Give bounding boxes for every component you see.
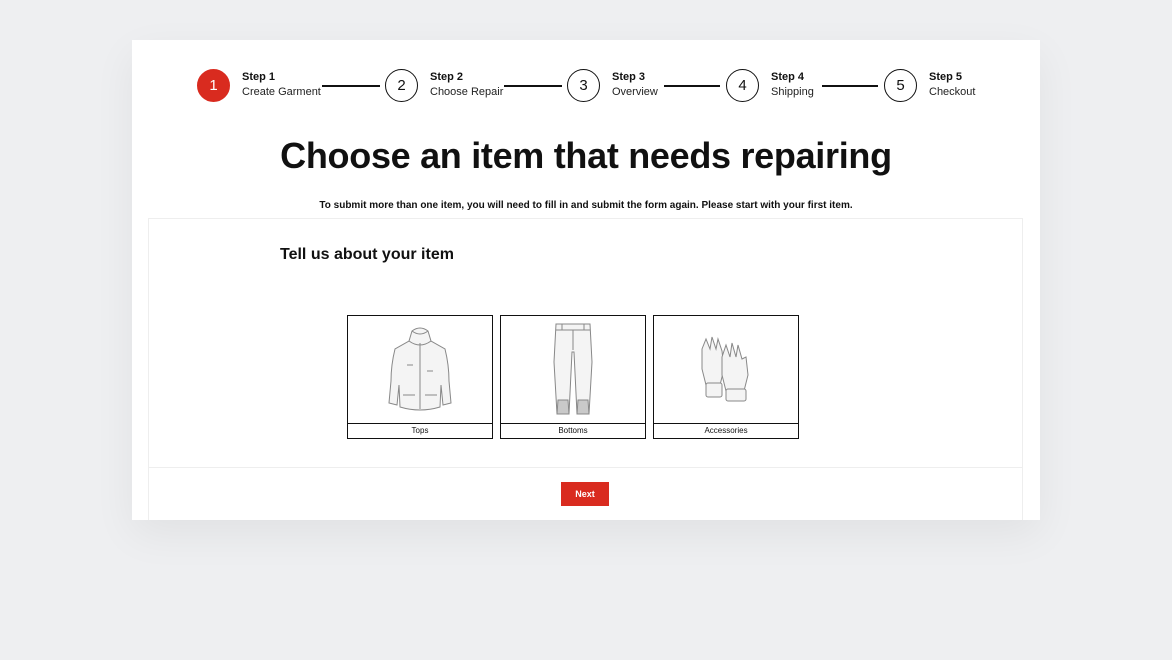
- step-1-circle: 1: [197, 68, 230, 102]
- step-5-name: Checkout: [929, 86, 976, 98]
- progress-stepper: 1 Step 1 Create Garment 2 Step 2 Choose …: [132, 67, 1040, 103]
- next-button[interactable]: Next: [561, 482, 609, 506]
- page-title: Choose an item that needs repairing: [280, 135, 892, 176]
- step-3-circle: 3: [567, 68, 600, 102]
- step-3-number-label: Step 3: [612, 71, 646, 83]
- step-2-circle: 2: [385, 68, 418, 102]
- step-2-number-label: Step 2: [430, 71, 464, 83]
- step-3-name: Overview: [612, 86, 658, 98]
- step-connector: [822, 85, 878, 87]
- step-3: 3 Step 3 Overview: [567, 67, 658, 103]
- step-connector: [322, 85, 380, 87]
- pants-icon: [501, 316, 645, 424]
- item-label-tops: Tops: [348, 423, 492, 438]
- item-label-bottoms: Bottoms: [501, 423, 645, 438]
- step-4-name: Shipping: [771, 86, 814, 98]
- step-4-number-label: Step 4: [771, 71, 805, 83]
- item-option-bottoms[interactable]: Bottoms: [500, 315, 646, 439]
- panel-title: Tell us about your item: [280, 246, 454, 263]
- item-option-accessories[interactable]: Accessories: [653, 315, 799, 439]
- item-option-tops[interactable]: Tops: [347, 315, 493, 439]
- form-footer: Next: [148, 468, 1023, 520]
- step-5-number-label: Step 5: [929, 71, 963, 83]
- step-5: 5 Step 5 Checkout: [884, 67, 975, 103]
- step-connector: [664, 85, 720, 87]
- step-1-name: Create Garment: [242, 86, 321, 98]
- step-connector: [504, 85, 562, 87]
- step-1-number-label: Step 1: [242, 71, 276, 83]
- step-4-circle: 4: [726, 68, 759, 102]
- item-selection-panel: Tell us about your item Tops Bottoms Acc…: [148, 218, 1023, 468]
- repair-form-card: 1 Step 1 Create Garment 2 Step 2 Choose …: [132, 40, 1040, 520]
- step-2-name: Choose Repair: [430, 86, 504, 98]
- step-2: 2 Step 2 Choose Repair: [385, 67, 503, 103]
- multiple-items-note: To submit more than one item, you will n…: [319, 200, 853, 211]
- item-label-accessories: Accessories: [654, 423, 798, 438]
- jacket-icon: [348, 316, 492, 424]
- gloves-icon: [654, 316, 798, 424]
- step-4: 4 Step 4 Shipping: [726, 67, 814, 103]
- step-5-circle: 5: [884, 68, 917, 102]
- step-1: 1 Step 1 Create Garment: [197, 67, 321, 103]
